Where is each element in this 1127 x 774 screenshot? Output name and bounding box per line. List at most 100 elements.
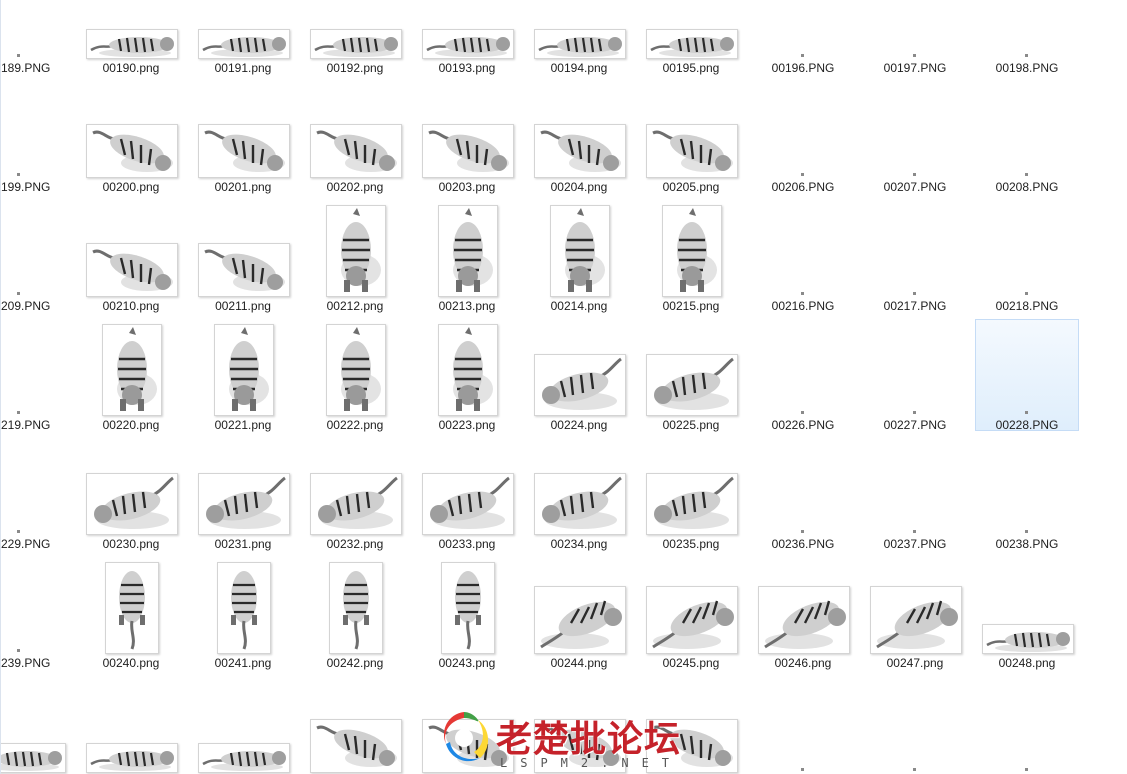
file-item[interactable]: 00210.png (79, 200, 183, 313)
file-thumbnail-area (80, 201, 182, 297)
file-item[interactable]: 00216.PNG (751, 200, 855, 313)
file-item[interactable]: 00222.png (303, 319, 407, 432)
file-name-label: 00243.png (438, 656, 496, 670)
file-item[interactable] (863, 676, 967, 774)
file-item[interactable] (1, 676, 71, 774)
file-name-label: 00218.PNG (995, 299, 1059, 313)
blank-thumbnail-icon (17, 649, 20, 652)
file-thumbnail-area (528, 558, 630, 654)
tiger-thumbnail-icon (534, 473, 626, 535)
file-item[interactable]: 00228.PNG (975, 319, 1079, 432)
file-item[interactable]: 00230.png (79, 438, 183, 551)
file-item[interactable]: 00206.PNG (751, 81, 855, 194)
file-item[interactable]: 00195.png (639, 0, 743, 75)
tiger-thumbnail-icon (1, 743, 66, 773)
file-item[interactable]: 00217.PNG (863, 200, 967, 313)
file-item[interactable]: 00198.PNG (975, 0, 1079, 75)
watermark-subtitle: LSPM2.NET (500, 756, 683, 770)
tiger-thumbnail-icon (198, 124, 290, 178)
file-item[interactable]: 00248.png (975, 557, 1079, 670)
file-item[interactable] (303, 676, 407, 774)
file-item[interactable] (975, 676, 1079, 774)
file-item[interactable]: 00203.png (415, 81, 519, 194)
file-item[interactable]: 00201.png (191, 81, 295, 194)
file-thumbnail-area (640, 82, 742, 178)
file-item[interactable]: 00235.png (639, 438, 743, 551)
file-item[interactable]: 00220.png (79, 319, 183, 432)
file-thumbnail-area (416, 558, 518, 654)
file-item[interactable]: 00204.png (527, 81, 631, 194)
tiger-thumbnail-icon (422, 124, 514, 178)
file-item[interactable]: 00207.PNG (863, 81, 967, 194)
file-item[interactable]: 00219.PNG (1, 319, 71, 432)
file-item[interactable]: 00213.png (415, 200, 519, 313)
file-item[interactable]: 00190.png (79, 0, 183, 75)
file-item[interactable]: 00243.png (415, 557, 519, 670)
file-item[interactable]: 00247.png (863, 557, 967, 670)
file-item[interactable] (191, 676, 295, 774)
file-item[interactable]: 00232.png (303, 438, 407, 551)
file-item[interactable]: 00246.png (751, 557, 855, 670)
file-item[interactable]: 00236.PNG (751, 438, 855, 551)
tiger-thumbnail-icon (326, 324, 386, 416)
file-item[interactable]: 00214.png (527, 200, 631, 313)
file-item[interactable]: 00197.PNG (863, 0, 967, 75)
file-item[interactable]: 00199.PNG (1, 81, 71, 194)
file-item[interactable]: 00200.png (79, 81, 183, 194)
blank-thumbnail-icon (913, 54, 916, 57)
file-item[interactable]: 00189.PNG (1, 0, 71, 75)
file-item[interactable]: 00225.png (639, 319, 743, 432)
file-item[interactable]: 00215.png (639, 200, 743, 313)
file-thumbnail-area (80, 320, 182, 416)
file-item[interactable]: 00224.png (527, 319, 631, 432)
file-item[interactable]: 00193.png (415, 0, 519, 75)
file-item[interactable]: 00244.png (527, 557, 631, 670)
file-item[interactable]: 00237.PNG (863, 438, 967, 551)
file-item[interactable]: 00223.png (415, 319, 519, 432)
file-item[interactable]: 00211.png (191, 200, 295, 313)
file-item[interactable]: 00218.PNG (975, 200, 1079, 313)
file-item[interactable]: 00229.PNG (1, 438, 71, 551)
file-item[interactable]: 00240.png (79, 557, 183, 670)
file-name-label: 00228.PNG (995, 418, 1059, 432)
file-item[interactable]: 00231.png (191, 438, 295, 551)
file-name-label: 00245.png (662, 656, 720, 670)
file-item[interactable]: 00238.PNG (975, 438, 1079, 551)
file-item[interactable]: 00233.png (415, 438, 519, 551)
blank-thumbnail-icon (913, 292, 916, 295)
tiger-thumbnail-icon (534, 586, 626, 654)
tiger-thumbnail-icon (198, 473, 290, 535)
file-item[interactable]: 00234.png (527, 438, 631, 551)
file-thumbnail-area (304, 677, 406, 773)
file-item[interactable]: 00194.png (527, 0, 631, 75)
file-item[interactable]: 00205.png (639, 81, 743, 194)
tiger-thumbnail-icon (217, 562, 271, 654)
file-item[interactable]: 00192.png (303, 0, 407, 75)
tiger-thumbnail-icon (646, 473, 738, 535)
file-item[interactable]: 00221.png (191, 319, 295, 432)
blank-thumbnail-icon (801, 54, 804, 57)
file-item[interactable]: 00202.png (303, 81, 407, 194)
blank-thumbnail-icon (1025, 768, 1028, 771)
file-name-label: 00224.png (550, 418, 608, 432)
file-thumbnail-area (416, 439, 518, 535)
file-name-label: 00204.png (550, 180, 608, 194)
file-item[interactable]: 00226.PNG (751, 319, 855, 432)
file-item[interactable]: 00212.png (303, 200, 407, 313)
file-item[interactable]: 00241.png (191, 557, 295, 670)
file-item[interactable] (751, 676, 855, 774)
tiger-thumbnail-icon (441, 562, 495, 654)
file-item[interactable]: 00227.PNG (863, 319, 967, 432)
file-item[interactable]: 00239.PNG (1, 557, 71, 670)
file-item[interactable]: 00245.png (639, 557, 743, 670)
file-thumbnail-area (80, 677, 182, 773)
file-item[interactable]: 00196.PNG (751, 0, 855, 75)
file-name-label: 00212.png (326, 299, 384, 313)
file-item[interactable]: 00242.png (303, 557, 407, 670)
file-thumbnail-area (752, 558, 854, 654)
file-item[interactable]: 00208.PNG (975, 81, 1079, 194)
file-item[interactable]: 00191.png (191, 0, 295, 75)
file-item[interactable] (79, 676, 183, 774)
file-thumbnail-area (976, 320, 1078, 416)
file-item[interactable]: 00209.PNG (1, 200, 71, 313)
